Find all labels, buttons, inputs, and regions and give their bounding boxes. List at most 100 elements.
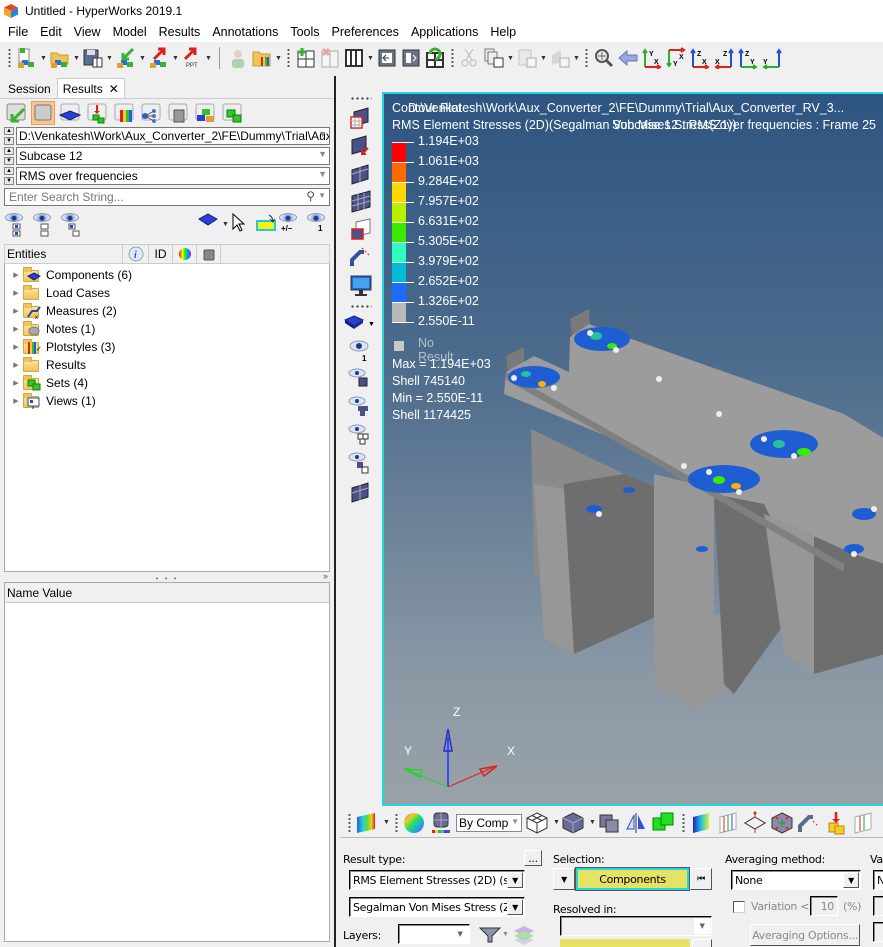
import-icon[interactable]: [114, 46, 138, 70]
spin-up-icon[interactable]: ▲: [4, 127, 14, 135]
simulation-spinner[interactable]: ▲ ▼: [4, 167, 14, 185]
show-selected-icon[interactable]: [32, 211, 54, 237]
export-icon[interactable]: [147, 46, 171, 70]
chevron-down-icon[interactable]: ▼: [382, 819, 391, 826]
isolate-icon[interactable]: [254, 212, 278, 236]
mirror-icon[interactable]: [624, 811, 648, 835]
cut-icon[interactable]: [458, 46, 482, 70]
feature-lines-icon[interactable]: [597, 811, 621, 835]
paste-special-icon[interactable]: [548, 46, 572, 70]
menu-annotations[interactable]: Annotations: [206, 22, 284, 42]
add-page-icon[interactable]: [294, 46, 318, 70]
export-ppt-icon[interactable]: PPT: [180, 46, 204, 70]
menu-results[interactable]: Results: [153, 22, 207, 42]
toolbar-grip[interactable]: [287, 48, 290, 68]
view-xy-bottom-icon[interactable]: YX: [664, 46, 688, 70]
back-arrow-icon[interactable]: [616, 46, 640, 70]
measure-tool-icon[interactable]: [797, 811, 821, 835]
paste-icon[interactable]: [515, 46, 539, 70]
tree-item-components[interactable]: ▶ Components (6): [5, 266, 329, 284]
assemblies-icon[interactable]: [193, 101, 217, 125]
measure-icon[interactable]: [348, 246, 374, 270]
tab-results[interactable]: Results ✕: [56, 78, 125, 98]
more-options-button[interactable]: ...: [524, 850, 542, 866]
tree-item-results[interactable]: ▶ Results: [5, 356, 329, 374]
chevron-down-icon[interactable]: ▼: [572, 55, 581, 62]
chevron-down-icon[interactable]: ▼: [506, 55, 515, 62]
toolbar-grip[interactable]: [350, 97, 372, 100]
value-field-3[interactable]: [873, 922, 883, 942]
selection-menu-button[interactable]: ▼: [553, 868, 575, 890]
search-icon[interactable]: ⚲: [306, 189, 315, 203]
zoom-fit-icon[interactable]: [592, 46, 616, 70]
spin-down-icon[interactable]: ▼: [4, 137, 14, 145]
display-icon[interactable]: [348, 274, 374, 298]
user-profile-icon[interactable]: [226, 46, 250, 70]
model-browser-icon[interactable]: [31, 100, 55, 125]
chevron-down-icon[interactable]: ▼: [539, 55, 548, 62]
deformed-shape-icon[interactable]: [348, 134, 374, 158]
collapse-icon[interactable]: »: [323, 571, 328, 581]
contour-plot-icon[interactable]: [348, 106, 374, 130]
tree-item-plotstyles[interactable]: ▶ ✓ Plotstyles (3): [5, 338, 329, 356]
chevron-down-icon[interactable]: ▼: [72, 55, 81, 62]
menu-tools[interactable]: Tools: [284, 22, 325, 42]
menu-preferences[interactable]: Preferences: [326, 22, 405, 42]
entities-column[interactable]: Entities: [5, 245, 123, 263]
import-results-icon[interactable]: [85, 101, 109, 125]
view-xy-top-icon[interactable]: YX: [640, 46, 664, 70]
variation-input[interactable]: 10: [810, 896, 838, 916]
components-display-icon[interactable]: ▼: [343, 314, 375, 338]
sets-toggle-icon[interactable]: [651, 811, 675, 835]
chevron-down-icon[interactable]: ▼: [588, 819, 597, 826]
toolbar-grip[interactable]: [395, 812, 398, 833]
solid-icon[interactable]: [166, 101, 190, 125]
chevron-down-icon[interactable]: ▼: [507, 872, 523, 888]
expand-icon[interactable]: ▶: [9, 397, 23, 405]
reload-page-icon[interactable]: [423, 46, 447, 70]
tree-item-load-cases[interactable]: ▶ Load Cases: [5, 284, 329, 302]
averaging-options-button[interactable]: Averaging Options...: [750, 924, 860, 946]
chevron-down-icon[interactable]: ▼: [843, 872, 859, 888]
mesh-icon[interactable]: [348, 480, 374, 504]
menu-help[interactable]: Help: [484, 22, 522, 42]
sets-icon[interactable]: [220, 101, 244, 125]
graph-icon[interactable]: [851, 811, 875, 835]
system-menu-button[interactable]: [692, 939, 712, 947]
show-only-icon[interactable]: 1: [306, 211, 328, 237]
result-file-dropdown[interactable]: D:\Venkatesh\Work\Aux_Converter_2\FE\Dum…: [16, 127, 330, 145]
show-connected-icon[interactable]: [348, 422, 374, 446]
show-all-icon[interactable]: [4, 211, 26, 237]
menu-model[interactable]: Model: [107, 22, 153, 42]
value-dropdown[interactable]: N: [873, 870, 883, 890]
toolbar-grip[interactable]: [451, 48, 454, 68]
contour-icon[interactable]: [112, 101, 136, 125]
reverse-display-icon[interactable]: [60, 211, 82, 237]
chevron-down-icon[interactable]: ▼: [552, 819, 561, 826]
spin-up-icon[interactable]: ▲: [4, 167, 14, 175]
explode-icon[interactable]: [770, 811, 794, 835]
show-plus-minus-icon[interactable]: +/–: [278, 211, 300, 237]
show-only-icon[interactable]: 1: [348, 338, 374, 363]
menu-applications[interactable]: Applications: [405, 22, 484, 42]
tree-view-icon[interactable]: [139, 101, 163, 125]
tree-item-notes[interactable]: ▶ Notes (1): [5, 320, 329, 338]
expand-icon[interactable]: ▶: [9, 271, 23, 279]
open-session-icon[interactable]: [48, 46, 72, 70]
query-icon[interactable]: [824, 811, 848, 835]
view-xz-rear-icon[interactable]: ZX: [712, 46, 736, 70]
close-icon[interactable]: ✕: [109, 82, 119, 96]
toolbar-grip[interactable]: [585, 48, 588, 68]
legend-icon[interactable]: [689, 811, 713, 835]
expand-icon[interactable]: ▶: [9, 361, 23, 369]
layers-icon[interactable]: [512, 924, 536, 947]
chevron-down-icon[interactable]: ▼: [274, 55, 283, 62]
search-input[interactable]: Enter Search String... ⚲ ▼: [4, 188, 330, 206]
result-component-dropdown[interactable]: Segalman Von Mises Stress (Z1 ▼: [349, 897, 525, 917]
spin-up-icon[interactable]: ▲: [4, 147, 14, 155]
pointer-icon[interactable]: [230, 212, 254, 236]
vector-plot-icon[interactable]: [348, 162, 374, 186]
filter-icon[interactable]: ▼: [478, 926, 514, 947]
page-layout-icon[interactable]: [342, 46, 366, 70]
contour-legend-icon[interactable]: [355, 811, 379, 835]
